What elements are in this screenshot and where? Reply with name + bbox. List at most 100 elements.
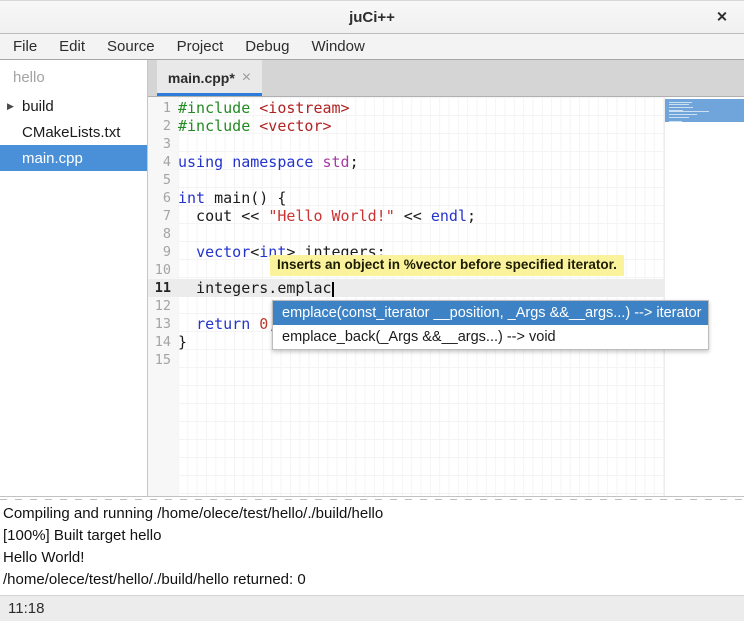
- minimap-line: [669, 122, 670, 123]
- menu-item-project[interactable]: Project: [166, 35, 235, 58]
- line-number: 6: [148, 189, 178, 207]
- line-number: 7: [148, 207, 178, 225]
- code-line-5[interactable]: [178, 171, 664, 189]
- window-close-button[interactable]: ✕: [711, 9, 733, 26]
- line-number: 9: [148, 243, 178, 261]
- code-token: ;: [467, 207, 476, 225]
- code-token: "Hello World!": [268, 207, 394, 225]
- code-line-6[interactable]: int main() {: [178, 189, 664, 207]
- code-token: }: [178, 333, 187, 351]
- cursor-position: 11:18: [8, 600, 44, 617]
- project-name: hello: [0, 60, 147, 93]
- line-number: 8: [148, 225, 178, 243]
- line-number: 4: [148, 153, 178, 171]
- close-icon: ✕: [716, 9, 728, 25]
- code-line-3[interactable]: [178, 135, 664, 153]
- autocomplete-item[interactable]: emplace(const_iterator __position, _Args…: [273, 301, 708, 325]
- output-line: Hello World!: [3, 547, 744, 569]
- code-token: cout <<: [178, 207, 268, 225]
- code-line-15[interactable]: [178, 351, 664, 369]
- minimap-line: [669, 111, 709, 112]
- code-token: int: [178, 189, 205, 207]
- code-token: namespace: [232, 153, 313, 171]
- code-token: [313, 153, 322, 171]
- menu-item-source[interactable]: Source: [96, 35, 166, 58]
- code-token: return: [196, 315, 250, 333]
- tree-item-label: CMakeLists.txt: [22, 124, 120, 141]
- code-token: vector: [196, 243, 250, 261]
- code-token: [178, 315, 196, 333]
- code-token: <vector>: [259, 117, 331, 135]
- file-tree: ▶build CMakeLists.txt main.cpp: [0, 93, 147, 171]
- tab-bar: main.cpp* ×: [148, 60, 744, 97]
- text-caret: [332, 282, 334, 297]
- menu-item-debug[interactable]: Debug: [234, 35, 300, 58]
- code-line-8[interactable]: [178, 225, 664, 243]
- code-token: <iostream>: [259, 99, 349, 117]
- minimap-line: [669, 121, 682, 122]
- project-sidebar: hello ▶build CMakeLists.txt main.cpp: [0, 60, 148, 496]
- main-area: hello ▶build CMakeLists.txt main.cpp main.…: [0, 60, 744, 496]
- line-number: 12: [148, 297, 178, 315]
- minimap-viewport[interactable]: [665, 99, 744, 122]
- code-token: [178, 243, 196, 261]
- code-line-1[interactable]: #include <iostream>: [178, 99, 664, 117]
- code-area[interactable]: #include <iostream>#include <vector> usin…: [178, 97, 664, 496]
- minimap-line: [669, 117, 689, 118]
- minimap-line: [669, 107, 693, 108]
- output-panel: Compiling and running /home/olece/test/h…: [0, 500, 744, 595]
- hover-tooltip: Inserts an object in %vector before spec…: [270, 255, 624, 276]
- line-number: 11: [148, 279, 178, 297]
- output-line: /home/olece/test/hello/./build/hello ret…: [3, 569, 744, 591]
- tree-item-label: main.cpp: [22, 150, 83, 167]
- tree-item-build[interactable]: ▶build: [0, 93, 147, 119]
- code-line-7[interactable]: cout << "Hello World!" << endl;: [178, 207, 664, 225]
- code-token: endl: [431, 207, 467, 225]
- tab-label: main.cpp*: [168, 70, 235, 86]
- line-number: 3: [148, 135, 178, 153]
- output-line: Compiling and running /home/olece/test/h…: [3, 503, 744, 525]
- code-token: [250, 315, 259, 333]
- menu-item-file[interactable]: File: [2, 35, 48, 58]
- tree-item-label: build: [22, 98, 54, 115]
- expander-icon[interactable]: ▶: [7, 101, 22, 112]
- line-number: 14: [148, 333, 178, 351]
- code-token: ;: [350, 153, 359, 171]
- line-number: 2: [148, 117, 178, 135]
- tab-close-icon[interactable]: ×: [242, 71, 251, 85]
- line-number: 15: [148, 351, 178, 369]
- menu-item-window[interactable]: Window: [300, 35, 375, 58]
- tab-main-cpp[interactable]: main.cpp* ×: [157, 60, 262, 96]
- status-bar: 11:18: [0, 595, 744, 621]
- line-number-gutter: 123456789101112131415: [148, 97, 178, 496]
- minimap[interactable]: [664, 97, 744, 496]
- line-number: 5: [148, 171, 178, 189]
- code-token: using: [178, 153, 223, 171]
- window-title: juCi++: [349, 9, 395, 26]
- code-line-11[interactable]: integers.emplac: [178, 279, 664, 297]
- code-token: #include: [178, 99, 259, 117]
- code-token: integers.emplac: [178, 279, 332, 297]
- minimap-line: [669, 114, 697, 115]
- menu-item-edit[interactable]: Edit: [48, 35, 96, 58]
- tree-item-cmakelists-txt[interactable]: CMakeLists.txt: [0, 119, 147, 145]
- code-line-2[interactable]: #include <vector>: [178, 117, 664, 135]
- code-token: #include: [178, 117, 259, 135]
- editor-pane: main.cpp* × 123456789101112131415 #inclu…: [148, 60, 744, 496]
- code-token: [223, 153, 232, 171]
- autocomplete-popup: emplace(const_iterator __position, _Args…: [272, 300, 709, 350]
- autocomplete-item[interactable]: emplace_back(_Args &&__args...) --> void: [273, 325, 708, 349]
- code-token: main() {: [205, 189, 286, 207]
- code-editor[interactable]: 123456789101112131415 #include <iostream…: [148, 97, 744, 496]
- pane-divider-handle[interactable]: [0, 496, 744, 500]
- menu-bar: FileEditSourceProjectDebugWindow: [0, 34, 744, 60]
- code-token: <<: [395, 207, 431, 225]
- code-token: 0: [259, 315, 268, 333]
- code-token: std: [323, 153, 350, 171]
- tree-item-main-cpp[interactable]: main.cpp: [0, 145, 147, 171]
- line-number: 10: [148, 261, 178, 279]
- code-line-4[interactable]: using namespace std;: [178, 153, 664, 171]
- app-window: juCi++ ✕ FileEditSourceProjectDebugWindo…: [0, 0, 744, 621]
- line-number: 1: [148, 99, 178, 117]
- output-line: [100%] Built target hello: [3, 525, 744, 547]
